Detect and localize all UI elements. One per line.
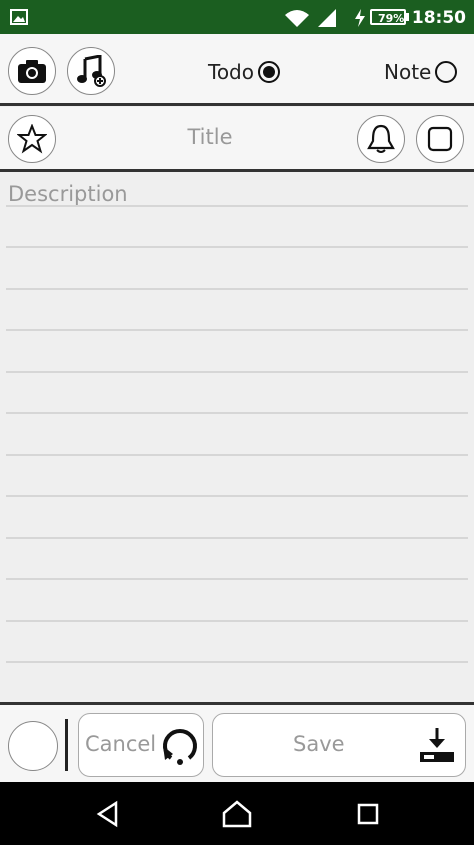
charging-icon [355, 9, 365, 27]
favorite-button[interactable] [8, 115, 56, 163]
ruled-line [6, 371, 468, 373]
ruled-line [6, 454, 468, 456]
complete-checkbox-button[interactable] [416, 115, 464, 163]
top-toolbar: Todo Note [0, 34, 474, 104]
todo-label: Todo [208, 60, 254, 84]
home-button[interactable] [219, 796, 255, 832]
save-label: Save [293, 732, 345, 756]
system-nav-bar [0, 782, 474, 845]
title-bar: Title [0, 107, 474, 169]
todo-radio[interactable]: Todo [208, 60, 280, 84]
wifi-icon [285, 10, 309, 27]
toolbar-divider [0, 103, 474, 106]
camera-button[interactable] [8, 47, 56, 95]
ruled-line [6, 329, 468, 331]
battery-tip [406, 13, 409, 21]
undo-icon [163, 729, 197, 765]
home-icon [222, 800, 252, 828]
radio-unchecked-icon [435, 61, 458, 83]
audio-attach-button[interactable] [67, 47, 115, 95]
title-input[interactable]: Title [170, 125, 250, 149]
camera-icon [18, 60, 46, 83]
back-icon [96, 800, 118, 828]
checkbox-icon [427, 126, 453, 152]
status-bar: 79% 18:50 [0, 0, 474, 34]
ruled-line [6, 495, 468, 497]
color-picker-button[interactable] [8, 721, 58, 771]
reminder-button[interactable] [357, 115, 405, 163]
action-bar: Cancel Save [0, 702, 474, 782]
signal-icon [318, 9, 336, 27]
bell-icon [367, 124, 395, 153]
save-download-icon [420, 728, 454, 762]
cancel-button[interactable]: Cancel [78, 713, 204, 777]
ruled-line [6, 412, 468, 414]
image-notification-icon [10, 9, 28, 25]
ruled-line [6, 288, 468, 290]
note-radio[interactable]: Note [384, 60, 458, 84]
recents-button[interactable] [350, 796, 386, 832]
ruled-line [6, 246, 468, 248]
clock: 18:50 [411, 8, 466, 28]
cancel-label: Cancel [85, 732, 157, 756]
ruled-line [6, 537, 468, 539]
ruled-line [6, 661, 468, 663]
description-area[interactable]: Description [0, 172, 474, 702]
save-button[interactable]: Save [212, 713, 466, 777]
back-button[interactable] [90, 796, 126, 832]
ruled-line [6, 205, 468, 207]
battery-percent: 79% [378, 12, 405, 25]
note-label: Note [384, 60, 432, 84]
ruled-line [6, 620, 468, 622]
star-icon [17, 124, 47, 154]
music-note-icon [77, 55, 106, 87]
ruled-line [6, 578, 468, 580]
vertical-divider [65, 719, 68, 771]
description-input[interactable]: Description [8, 182, 128, 206]
radio-checked-icon [258, 61, 280, 83]
recents-icon [357, 803, 379, 825]
